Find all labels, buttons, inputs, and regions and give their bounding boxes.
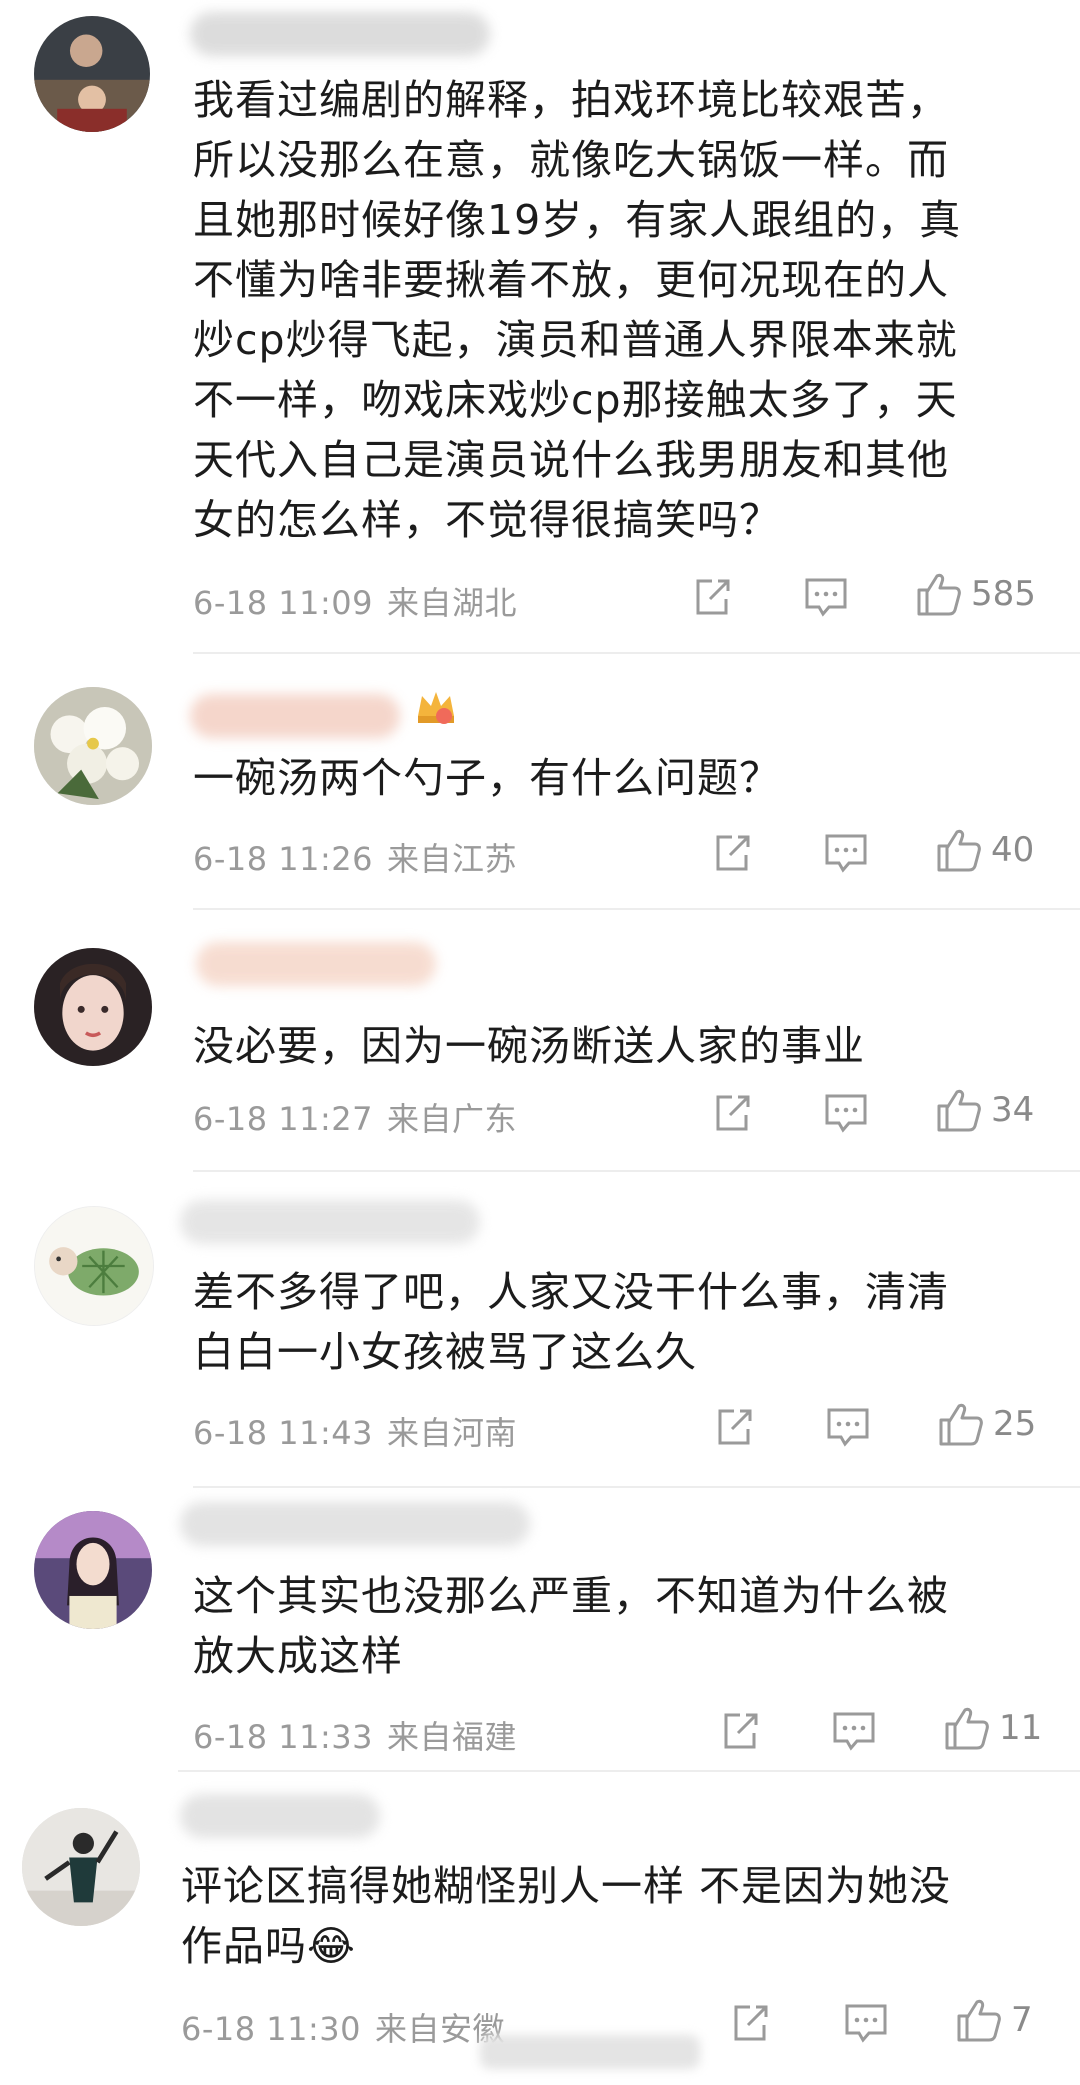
share-button[interactable] xyxy=(710,1091,754,1135)
comment-text: 评论区搞得她糊怪别人一样 不是因为她没 作品吗😂 xyxy=(181,1862,952,1970)
comment-list: 我看过编剧的解释，拍戏环境比较艰苦， 所以没那么在意，就像吃大锅饭一样。而 且她… xyxy=(0,0,1080,2085)
share-button[interactable] xyxy=(728,2001,772,2045)
comment-time: 6-18 11:27 xyxy=(193,1100,374,1138)
avatar[interactable] xyxy=(34,1206,154,1326)
username-blurred[interactable] xyxy=(180,1794,380,1838)
share-icon xyxy=(734,2005,768,2041)
like-button[interactable]: 11 xyxy=(943,1704,1042,1752)
reply-button[interactable] xyxy=(823,831,869,875)
watermark-blurred xyxy=(480,2035,700,2069)
like-button[interactable]: 25 xyxy=(937,1400,1036,1448)
comment-location: 来自河南 xyxy=(387,1414,518,1452)
reply-button[interactable] xyxy=(843,2001,889,2045)
share-icon xyxy=(716,835,750,871)
comment-time: 6-18 11:30 xyxy=(181,2010,362,2048)
comment-location: 来自福建 xyxy=(387,1718,518,1756)
like-count: 7 xyxy=(1011,2000,1033,2040)
comment-time: 6-18 11:09 xyxy=(193,584,374,622)
share-button[interactable] xyxy=(718,1709,762,1753)
thumbs-up-icon xyxy=(937,829,981,872)
comment-meta: 6-18 11:43 来自河南 xyxy=(193,1408,517,1454)
comment-icon xyxy=(805,578,847,617)
comment-meta: 6-18 11:33 来自福建 xyxy=(193,1712,517,1758)
comment-time: 6-18 11:26 xyxy=(193,840,374,878)
comment-location: 来自江苏 xyxy=(387,840,518,878)
like-button[interactable]: 585 xyxy=(915,570,1036,618)
thumbs-up-icon xyxy=(945,1707,989,1750)
divider xyxy=(193,1170,1080,1172)
comment-meta: 6-18 11:09 来自湖北 xyxy=(193,578,517,624)
thumbs-up-icon xyxy=(917,573,961,616)
reply-button[interactable] xyxy=(803,575,849,619)
comment-icon xyxy=(827,1408,869,1447)
share-icon xyxy=(718,1409,752,1445)
username-blurred[interactable] xyxy=(190,12,490,56)
comment-time: 6-18 11:33 xyxy=(193,1718,374,1756)
divider xyxy=(193,652,1080,654)
share-button[interactable] xyxy=(710,831,754,875)
comment-text: 一碗汤两个勺子，有什么问题？ xyxy=(193,754,781,802)
comment-text: 差不多得了吧，人家又没干什么事，清清 白白一小女孩被骂了这么久 xyxy=(193,1268,949,1376)
avatar[interactable] xyxy=(34,687,152,805)
comment-meta: 6-18 11:26 来自江苏 xyxy=(193,834,517,880)
share-icon xyxy=(724,1713,758,1749)
like-count: 34 xyxy=(991,1090,1035,1130)
comment-text: 这个其实也没那么严重，不知道为什么被 放大成这样 xyxy=(193,1572,949,1680)
share-button[interactable] xyxy=(690,575,734,619)
username-blurred[interactable] xyxy=(190,694,400,738)
comment-icon xyxy=(845,2004,887,2043)
like-count: 25 xyxy=(993,1404,1037,1444)
reply-button[interactable] xyxy=(831,1709,877,1753)
avatar[interactable] xyxy=(34,948,152,1066)
like-button[interactable]: 7 xyxy=(955,1996,1033,2044)
like-count: 11 xyxy=(999,1708,1043,1748)
comment-icon xyxy=(833,1712,875,1751)
comment-text: 没必要，因为一碗汤断送人家的事业 xyxy=(193,1022,865,1070)
like-button[interactable]: 34 xyxy=(935,1086,1034,1134)
comment-meta: 6-18 11:27 来自广东 xyxy=(193,1094,517,1140)
like-count: 40 xyxy=(991,830,1035,870)
username-blurred[interactable] xyxy=(196,942,436,986)
comment-text: 我看过编剧的解释，拍戏环境比较艰苦， 所以没那么在意，就像吃大锅饭一样。而 且她… xyxy=(193,76,962,544)
avatar[interactable] xyxy=(34,1511,152,1629)
divider xyxy=(178,1770,1080,1772)
share-icon xyxy=(696,579,730,615)
comment-icon xyxy=(825,834,867,873)
like-button[interactable]: 40 xyxy=(935,826,1034,874)
like-count: 585 xyxy=(971,574,1036,614)
thumbs-up-icon xyxy=(937,1089,981,1132)
reply-button[interactable] xyxy=(825,1405,871,1449)
comment-location: 来自广东 xyxy=(387,1100,518,1138)
comment-location: 来自湖北 xyxy=(387,584,518,622)
thumbs-up-icon xyxy=(939,1403,983,1446)
comment-icon xyxy=(825,1094,867,1133)
username-blurred[interactable] xyxy=(180,1200,480,1244)
username-blurred[interactable] xyxy=(180,1502,530,1546)
divider xyxy=(193,1486,1080,1488)
comment-time: 6-18 11:43 xyxy=(193,1414,374,1452)
divider xyxy=(193,908,1080,910)
reply-button[interactable] xyxy=(823,1091,869,1135)
share-icon xyxy=(716,1095,750,1131)
crown-badge-icon xyxy=(418,692,454,724)
avatar[interactable] xyxy=(22,1808,140,1926)
avatar[interactable] xyxy=(34,16,150,132)
thumbs-up-icon xyxy=(957,1999,1001,2042)
comment-meta: 6-18 11:30 来自安徽 xyxy=(181,2004,505,2050)
share-button[interactable] xyxy=(712,1405,756,1449)
